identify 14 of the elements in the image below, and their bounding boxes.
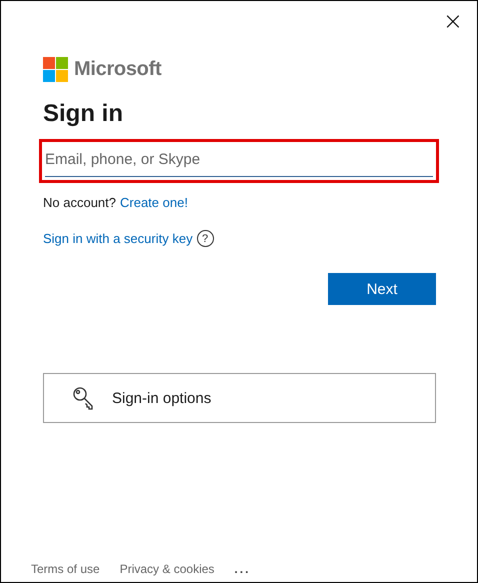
account-prompt: No account?	[43, 195, 116, 210]
more-button[interactable]: ...	[234, 562, 250, 576]
logo-icon	[43, 56, 68, 82]
next-button[interactable]: Next	[328, 273, 436, 305]
create-account-link[interactable]: Create one!	[120, 195, 188, 210]
sign-in-options-button[interactable]: Sign-in options	[43, 373, 436, 423]
email-field[interactable]: Email, phone, or Skype	[39, 139, 439, 183]
help-button[interactable]: ?	[196, 230, 214, 247]
security-key-link[interactable]: Sign in with a security key	[43, 231, 193, 246]
page-title: Sign in	[43, 99, 124, 129]
footer-link[interactable]: Privacy & cookies	[120, 562, 214, 576]
close-button[interactable]: ×	[438, 5, 467, 37]
footer-link[interactable]: Terms of use	[31, 562, 100, 576]
brand-name: Microsoft	[74, 58, 162, 80]
